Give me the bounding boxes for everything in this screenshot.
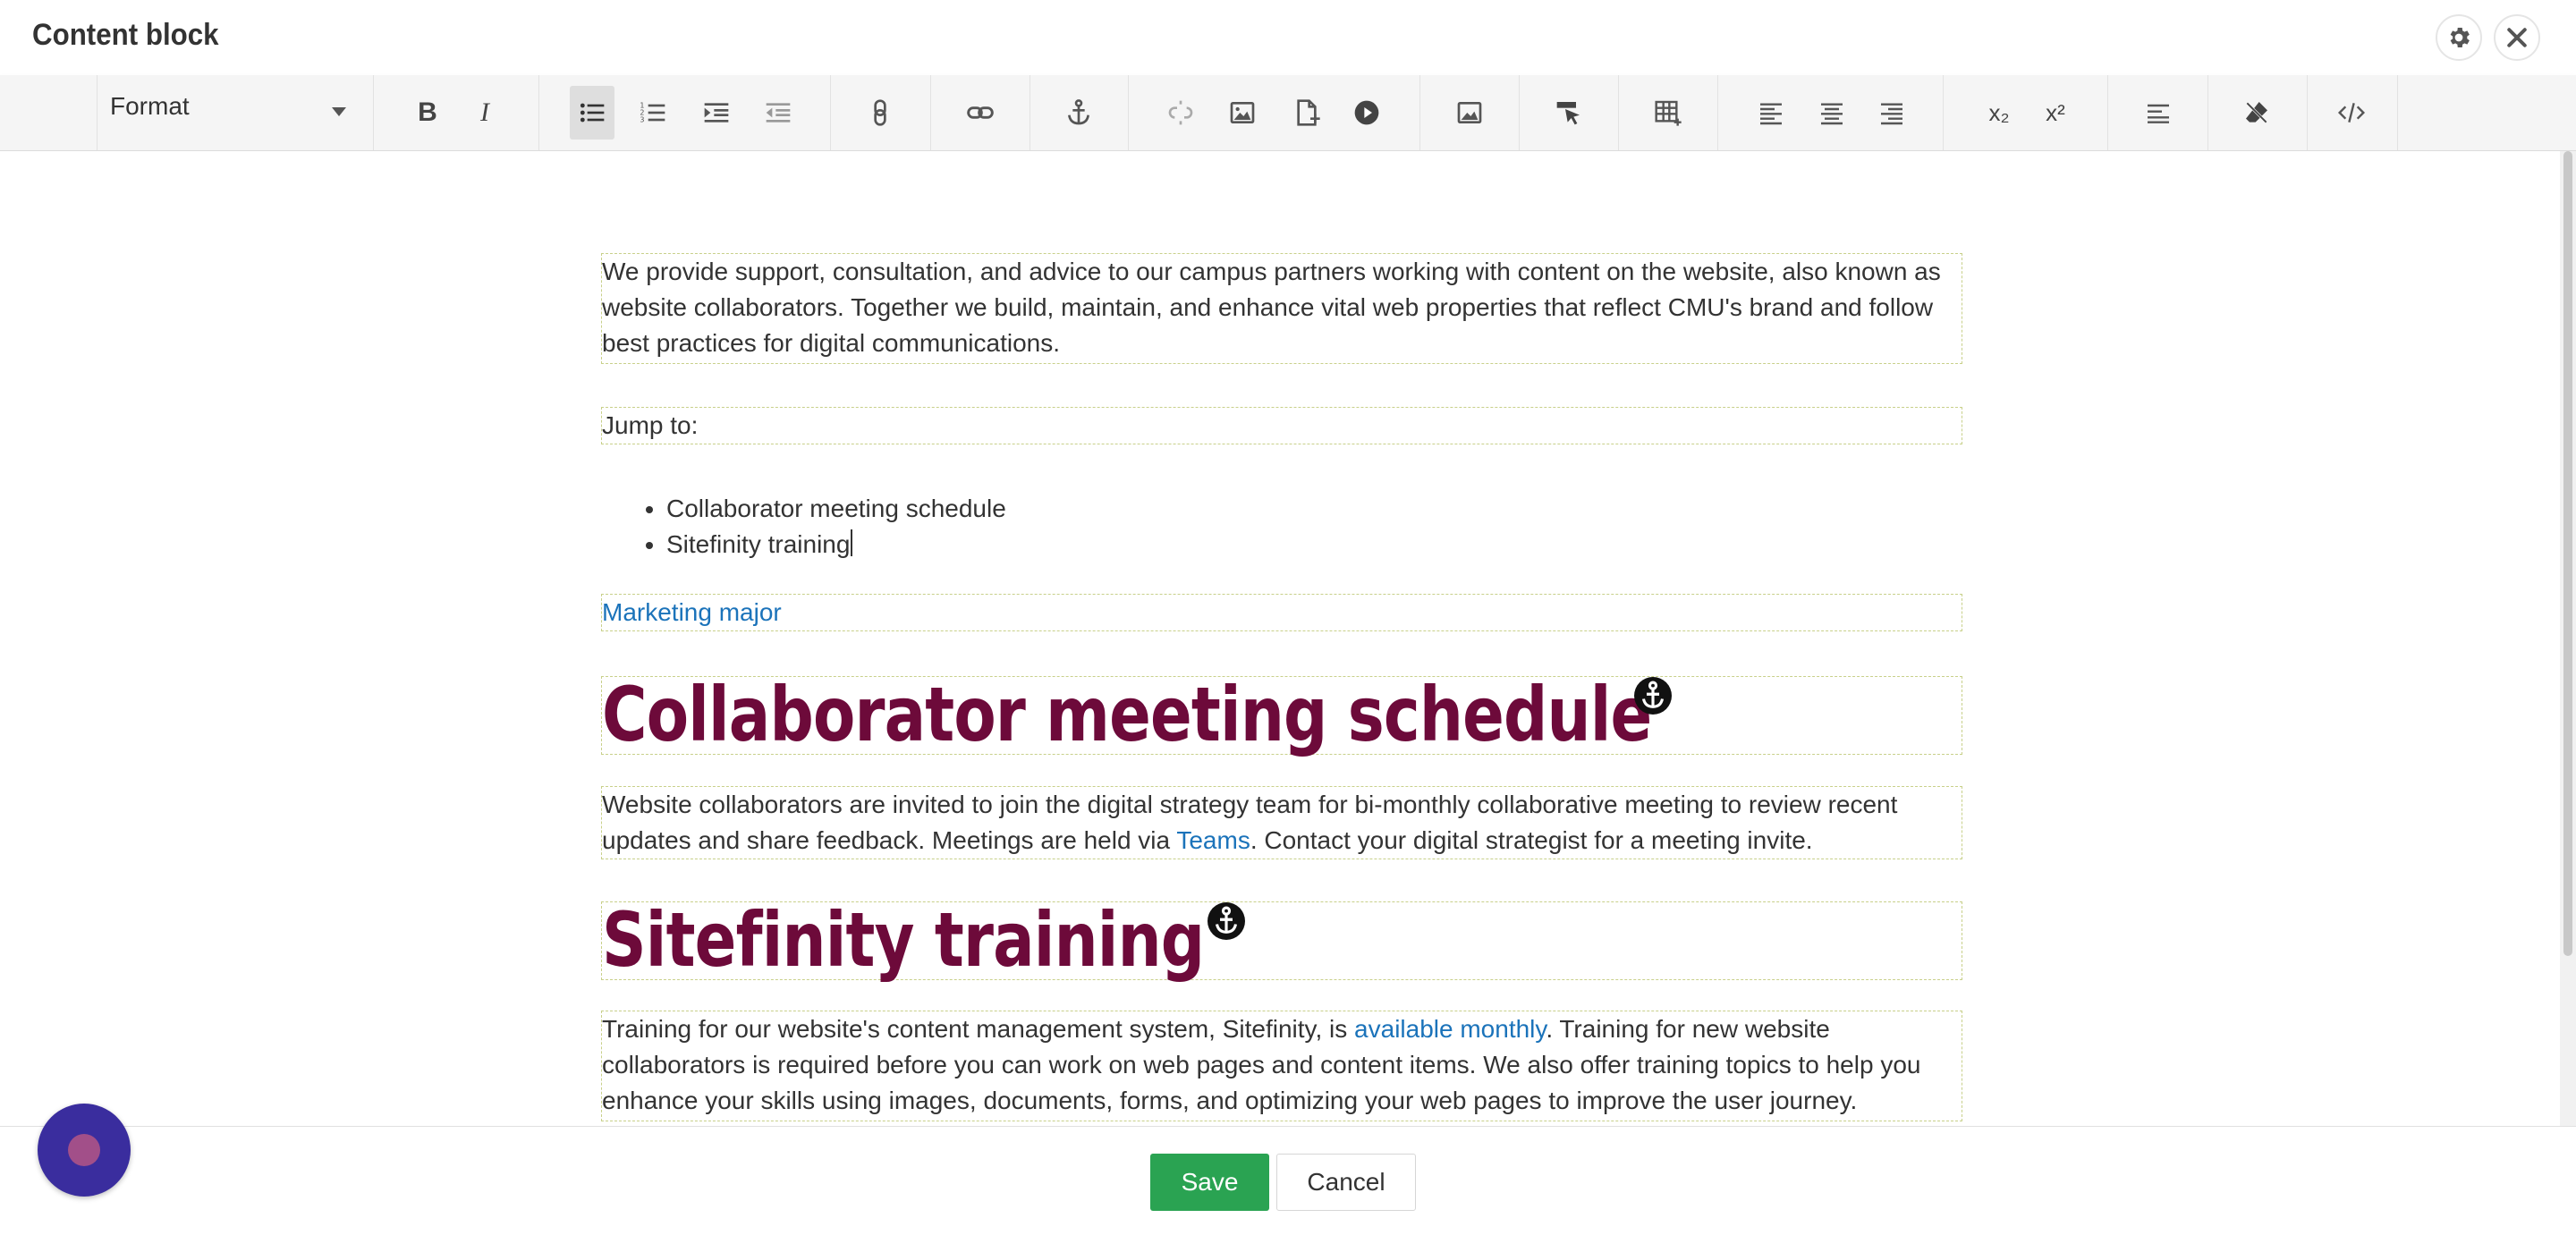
marketing-paragraph[interactable]: Marketing major xyxy=(601,594,1962,631)
superscript-icon: x² xyxy=(2046,98,2065,126)
format-label: Format xyxy=(110,92,190,120)
indent-icon xyxy=(766,103,791,123)
cancel-button[interactable]: Cancel xyxy=(1276,1154,1416,1211)
insert-document-button[interactable] xyxy=(1284,86,1329,140)
training-paragraph[interactable]: Training for our website's content manag… xyxy=(601,1011,1962,1121)
insert-image-button[interactable] xyxy=(1220,86,1265,140)
heading-sitefinity: Sitefinity training xyxy=(602,896,1205,984)
subscript-icon: x₂ xyxy=(1988,98,2010,126)
list-item[interactable]: Collaborator meeting schedule xyxy=(666,491,1006,527)
indent-button[interactable] xyxy=(756,86,801,140)
subscript-button[interactable]: x₂ xyxy=(1977,86,2021,140)
dialog-title: Content block xyxy=(32,18,219,52)
bold-icon: B xyxy=(418,97,437,127)
dialog-footer: Save Cancel xyxy=(0,1126,2576,1235)
outdent-icon xyxy=(704,103,729,123)
unlink-icon xyxy=(1168,100,1193,125)
bulleted-list-button[interactable] xyxy=(570,86,614,140)
insert-video-button[interactable] xyxy=(1344,86,1389,140)
save-button[interactable]: Save xyxy=(1150,1154,1269,1211)
svg-text:3: 3 xyxy=(640,116,644,124)
close-icon xyxy=(2507,28,2527,47)
paste-format-button[interactable] xyxy=(1546,86,1591,140)
scrollbar-thumb[interactable] xyxy=(2563,151,2572,956)
list-item-text: Collaborator meeting schedule xyxy=(666,495,1006,522)
chat-widget-button[interactable] xyxy=(38,1104,131,1197)
unlink-button[interactable] xyxy=(1158,86,1203,140)
italic-button[interactable]: I xyxy=(462,86,507,140)
table-icon xyxy=(1655,100,1682,126)
meeting-text-end: . Contact your digital strategist for a … xyxy=(1250,826,1813,854)
close-button[interactable] xyxy=(2494,14,2540,61)
heading-collaborator: Collaborator meeting schedule xyxy=(602,671,1652,758)
heading-sitefinity-block[interactable]: Sitefinity training xyxy=(601,896,1962,984)
editor-scrollbar[interactable] xyxy=(2560,151,2576,1126)
bold-button[interactable]: B xyxy=(405,86,450,140)
align-right-button[interactable] xyxy=(1869,86,1914,140)
jump-list[interactable]: Collaborator meeting schedule Sitefinity… xyxy=(602,491,1006,563)
settings-button[interactable] xyxy=(2436,14,2482,61)
source-code-button[interactable] xyxy=(2329,86,2374,140)
align-right-icon xyxy=(1881,103,1902,125)
intro-text: We provide support, consultation, and ad… xyxy=(602,258,1941,357)
jump-label: Jump to: xyxy=(602,411,699,439)
available-monthly-link[interactable]: available monthly xyxy=(1354,1015,1546,1043)
superscript-button[interactable]: x² xyxy=(2033,86,2078,140)
numbered-list-button[interactable]: 1 2 3 xyxy=(631,86,675,140)
gear-icon xyxy=(2450,28,2470,47)
align-left-button[interactable] xyxy=(1749,86,1793,140)
bulleted-list-icon xyxy=(580,103,605,123)
editor-content[interactable]: We provide support, consultation, and ad… xyxy=(0,151,2560,1126)
format-painter-icon xyxy=(1556,102,1580,125)
gallery-icon xyxy=(1457,102,1482,123)
list-item[interactable]: Sitefinity training xyxy=(666,527,1006,563)
format-dropdown[interactable]: Format xyxy=(97,75,374,150)
meeting-paragraph[interactable]: Website collaborators are invited to joi… xyxy=(601,786,1962,859)
anchor-button[interactable] xyxy=(1056,86,1101,140)
numbered-list-icon: 1 2 3 xyxy=(640,102,665,124)
clear-formatting-button[interactable] xyxy=(2234,86,2279,140)
paragraph-link-icon xyxy=(874,99,886,126)
paragraph-icon xyxy=(2148,104,2169,123)
outdent-button[interactable] xyxy=(694,86,739,140)
list-item-text: Sitefinity training xyxy=(666,530,851,558)
document-icon xyxy=(1297,99,1320,126)
anchor-icon xyxy=(1068,99,1089,125)
align-center-icon xyxy=(1821,103,1843,125)
anchor-marker-icon[interactable] xyxy=(1634,677,1672,715)
play-icon xyxy=(1354,100,1379,125)
anchor-marker-icon[interactable] xyxy=(1208,902,1245,940)
training-text: Training for our website's content manag… xyxy=(602,1015,1355,1043)
align-center-button[interactable] xyxy=(1809,86,1854,140)
paragraph-link-button[interactable] xyxy=(858,86,902,140)
italic-icon: I xyxy=(480,97,489,127)
dialog-header: Content block xyxy=(0,0,2576,76)
heading-collaborator-block[interactable]: Collaborator meeting schedule xyxy=(601,671,1962,758)
chevron-down-icon xyxy=(332,107,346,116)
insert-link-button[interactable] xyxy=(958,86,1003,140)
image-gallery-button[interactable] xyxy=(1447,86,1492,140)
chat-icon xyxy=(68,1134,100,1166)
jump-to-paragraph[interactable]: Jump to: xyxy=(601,407,1962,444)
insert-table-button[interactable] xyxy=(1646,86,1690,140)
image-icon xyxy=(1230,102,1255,123)
text-cursor xyxy=(851,529,853,556)
code-icon xyxy=(2337,103,2366,123)
intro-paragraph[interactable]: We provide support, consultation, and ad… xyxy=(601,253,1962,364)
eraser-icon xyxy=(2244,100,2269,125)
marketing-major-link[interactable]: Marketing major xyxy=(602,598,782,626)
align-left-icon xyxy=(1760,103,1782,125)
editor-toolbar: Format B I 1 2 3 x₂ x² xyxy=(0,75,2576,151)
link-icon xyxy=(967,106,994,119)
teams-link[interactable]: Teams xyxy=(1176,826,1250,854)
paragraph-style-button[interactable] xyxy=(2136,86,2181,140)
